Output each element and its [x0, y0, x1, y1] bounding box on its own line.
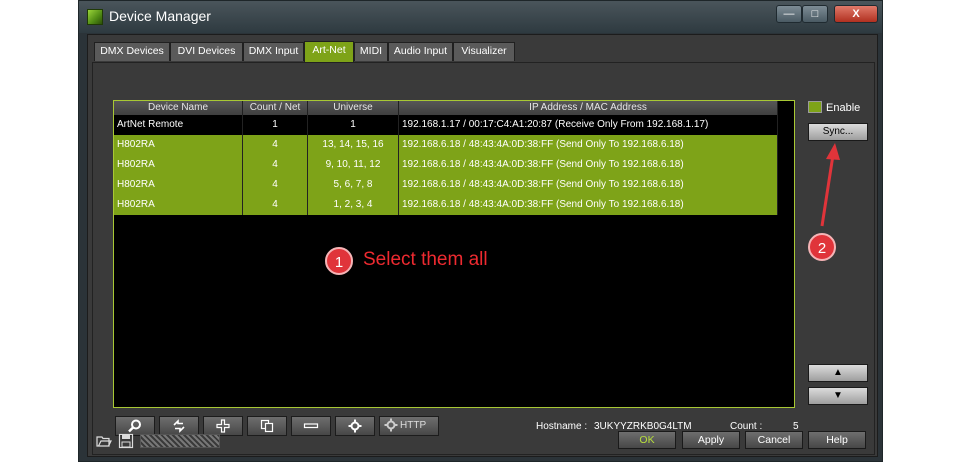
cell-ip-mac: 192.168.1.17 / 00:17:C4:A1:20:87 (Receiv…: [399, 115, 778, 135]
cell-count: 4: [243, 135, 308, 155]
cell-universe: 13, 14, 15, 16: [308, 135, 399, 155]
maximize-button[interactable]: □: [802, 5, 828, 23]
tab-dmx-devices[interactable]: DMX Devices: [94, 42, 170, 61]
table-row[interactable]: H802RA 4 5, 6, 7, 8 192.168.6.18 / 48:43…: [114, 175, 778, 195]
table-header: Device Name Count / Net Universe IP Addr…: [114, 101, 778, 115]
window-title: Device Manager: [109, 8, 211, 24]
header-count-net[interactable]: Count / Net: [243, 101, 308, 115]
close-button[interactable]: X: [834, 5, 878, 23]
cell-device-name: ArtNet Remote: [114, 115, 243, 135]
apply-button[interactable]: Apply: [682, 431, 740, 449]
cell-device-name: H802RA: [114, 175, 243, 195]
header-device-name[interactable]: Device Name: [114, 101, 243, 115]
tab-midi[interactable]: MIDI: [354, 42, 388, 61]
cell-universe: 1, 2, 3, 4: [308, 195, 399, 215]
scroll-down-button[interactable]: ▼: [808, 387, 868, 405]
annotation-step-1-text: Select them all: [363, 249, 488, 270]
tab-dmx-input[interactable]: DMX Input: [243, 42, 304, 61]
cell-ip-mac: 192.168.6.18 / 48:43:4A:0D:38:FF (Send O…: [399, 175, 778, 195]
client-area: DMX Devices DVI Devices DMX Input Art-Ne…: [87, 34, 878, 457]
header-universe[interactable]: Universe: [308, 101, 399, 115]
cell-universe: 1: [308, 115, 399, 135]
cell-count: 4: [243, 195, 308, 215]
cell-ip-mac: 192.168.6.18 / 48:43:4A:0D:38:FF (Send O…: [399, 155, 778, 175]
enable-label: Enable: [826, 102, 861, 114]
cell-device-name: H802RA: [114, 135, 243, 155]
cell-device-name: H802RA: [114, 155, 243, 175]
cell-count: 4: [243, 175, 308, 195]
cell-count: 4: [243, 155, 308, 175]
cell-ip-mac: 192.168.6.18 / 48:43:4A:0D:38:FF (Send O…: [399, 195, 778, 215]
open-folder-icon[interactable]: [96, 433, 112, 449]
tab-art-net[interactable]: Art-Net: [304, 41, 354, 62]
save-icon[interactable]: [118, 433, 134, 449]
annotation-step-2-badge: 2: [808, 233, 836, 261]
scroll-up-button[interactable]: ▲: [808, 364, 868, 382]
device-manager-window: Device Manager — □ X DMX Devices DVI Dev…: [78, 0, 883, 462]
app-icon: [87, 9, 103, 25]
table-row[interactable]: H802RA 4 9, 10, 11, 12 192.168.6.18 / 48…: [114, 155, 778, 175]
tab-visualizer[interactable]: Visualizer: [453, 42, 515, 61]
table-row[interactable]: H802RA 4 13, 14, 15, 16 192.168.6.18 / 4…: [114, 135, 778, 155]
cell-count: 1: [243, 115, 308, 135]
cell-universe: 5, 6, 7, 8: [308, 175, 399, 195]
title-bar[interactable]: Device Manager — □ X: [79, 1, 882, 33]
annotation-step-1-badge: 1: [325, 247, 353, 275]
tab-dvi-devices[interactable]: DVI Devices: [170, 42, 243, 61]
table-row[interactable]: ArtNet Remote 1 1 192.168.1.17 / 00:17:C…: [114, 115, 778, 135]
cell-device-name: H802RA: [114, 195, 243, 215]
ok-button[interactable]: OK: [618, 431, 676, 449]
cell-ip-mac: 192.168.6.18 / 48:43:4A:0D:38:FF (Send O…: [399, 135, 778, 155]
tab-audio-input[interactable]: Audio Input: [388, 42, 453, 61]
minimize-button[interactable]: —: [776, 5, 802, 23]
sync-button[interactable]: Sync...: [808, 123, 868, 141]
cancel-button[interactable]: Cancel: [745, 431, 803, 449]
enable-checkbox[interactable]: Enable: [808, 101, 860, 114]
cell-universe: 9, 10, 11, 12: [308, 155, 399, 175]
dialog-footer: OK Apply Cancel Help: [88, 429, 877, 455]
help-button[interactable]: Help: [808, 431, 866, 449]
annotation-arrow: [820, 143, 840, 227]
header-ip-mac[interactable]: IP Address / MAC Address: [399, 101, 778, 115]
checkbox-box[interactable]: [808, 101, 822, 113]
device-table[interactable]: Device Name Count / Net Universe IP Addr…: [113, 100, 795, 408]
progress-placeholder: [140, 434, 220, 448]
table-row[interactable]: H802RA 4 1, 2, 3, 4 192.168.6.18 / 48:43…: [114, 195, 778, 215]
art-net-panel: Device Name Count / Net Universe IP Addr…: [92, 62, 875, 455]
